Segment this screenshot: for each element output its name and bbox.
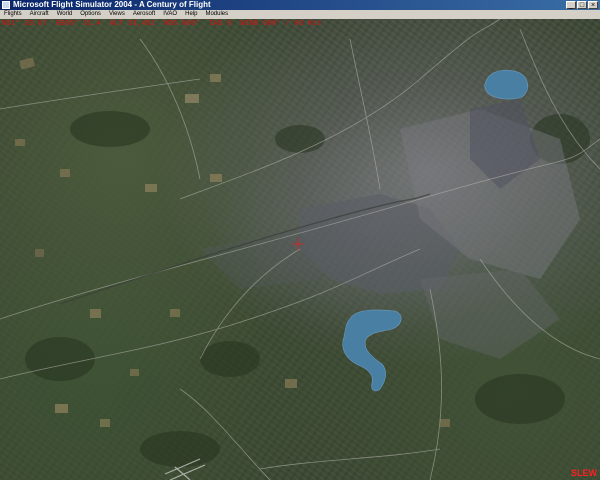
close-icon[interactable]: × xyxy=(588,1,598,9)
menu-modules[interactable]: Modules xyxy=(201,10,232,19)
menu-aerosoft[interactable]: Aerosoft xyxy=(129,10,159,19)
window-title: Microsoft Flight Simulator 2004 - A Cent… xyxy=(13,0,211,9)
menu-help[interactable]: Help xyxy=(181,10,201,19)
title-bar[interactable]: Microsoft Flight Simulator 2004 - A Cent… xyxy=(0,0,600,10)
menu-bar: Flights Aircraft World Options Views Aer… xyxy=(0,10,600,19)
app-icon[interactable] xyxy=(2,1,10,9)
window-controls: _ □ × xyxy=(566,1,598,9)
menu-flights[interactable]: Flights xyxy=(0,10,26,19)
scenery-viewport[interactable]: N51° 29.67 E005° 31.4 ALT 33,452 HDG 000… xyxy=(0,19,600,480)
maximize-icon[interactable]: □ xyxy=(577,1,587,9)
minimize-icon[interactable]: _ xyxy=(566,1,576,9)
menu-options[interactable]: Options xyxy=(76,10,105,19)
aerial-terrain xyxy=(0,19,600,480)
menu-world[interactable]: World xyxy=(53,10,77,19)
menu-ivao[interactable]: IVAO xyxy=(159,10,181,19)
menu-views[interactable]: Views xyxy=(105,10,129,19)
slew-mode-indicator: SLEW xyxy=(571,468,597,478)
menu-aircraft[interactable]: Aircraft xyxy=(26,10,53,19)
flight-status-readout: N51° 29.67 E005° 31.4 ALT 33,452 HDG 000… xyxy=(2,20,322,28)
